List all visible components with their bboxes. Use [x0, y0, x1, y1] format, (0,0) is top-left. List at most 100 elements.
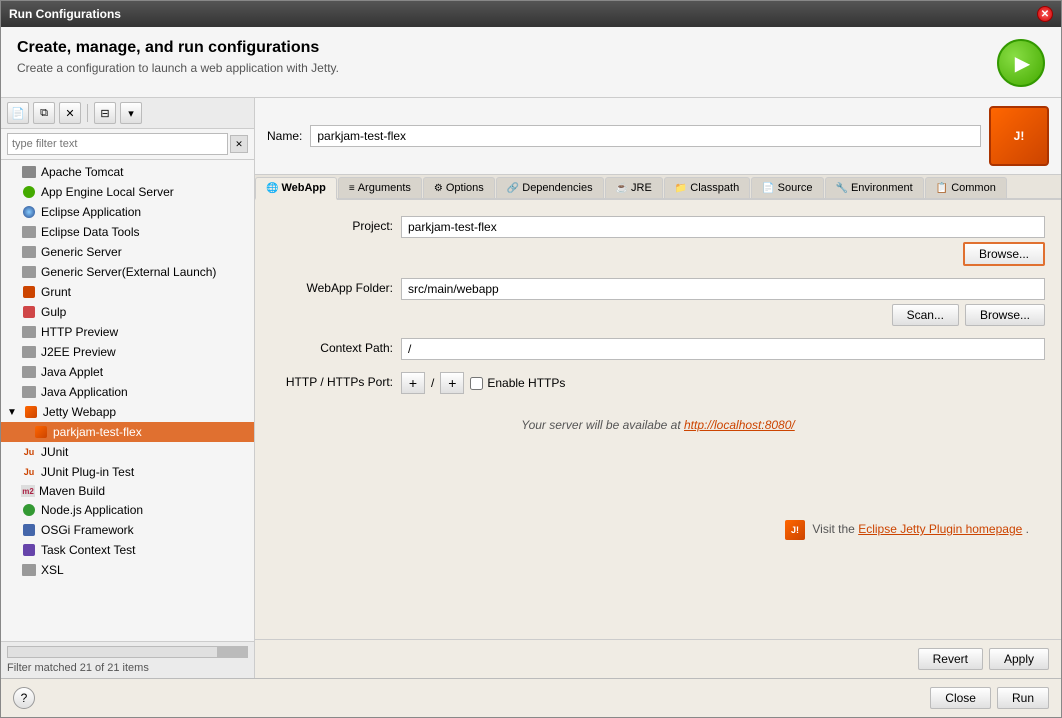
filter-box: ✕	[1, 129, 254, 160]
tab-environment[interactable]: 🔧 Environment	[825, 177, 924, 198]
tab-options[interactable]: ⚙ Options	[423, 177, 495, 198]
header-subtitle: Create a configuration to launch a web a…	[17, 61, 339, 75]
http-port-button[interactable]: +	[401, 372, 425, 394]
tab-arguments[interactable]: ≡ Arguments	[338, 177, 422, 198]
list-item-generic-server[interactable]: Generic Server	[1, 242, 254, 262]
content-panel: Name: J! 🌐 WebApp ≡ Arguments ⚙ Opt	[255, 98, 1061, 678]
list-item-gulp[interactable]: Gulp	[1, 302, 254, 322]
server-url-link[interactable]: http://localhost:8080/	[684, 418, 795, 432]
tab-source[interactable]: 📄 Source	[751, 177, 823, 198]
list-item-http-preview[interactable]: HTTP Preview	[1, 322, 254, 342]
tabs-row: 🌐 WebApp ≡ Arguments ⚙ Options 🔗 Depende…	[255, 175, 1061, 200]
title-bar-text: Run Configurations	[9, 7, 121, 21]
list-item-osgi[interactable]: OSGi Framework	[1, 520, 254, 540]
classpath-tab-icon: 📁	[675, 183, 687, 194]
options-tab-icon: ⚙	[434, 183, 443, 194]
list-item-maven[interactable]: m2 Maven Build	[1, 482, 254, 500]
main-area: 📄 ⧉ ✕ ⊟ ▾ ✕ Apache Tomcat	[1, 98, 1061, 678]
environment-tab-icon: 🔧	[836, 183, 848, 194]
list-item-parkjam[interactable]: parkjam-test-flex	[1, 422, 254, 442]
webapp-browse-button[interactable]: Browse...	[965, 304, 1045, 326]
list-item-task-context[interactable]: Task Context Test	[1, 540, 254, 560]
args-tab-icon: ≡	[349, 183, 355, 194]
project-controls: Browse...	[401, 216, 1045, 266]
filter-clear-button[interactable]: ✕	[230, 135, 248, 153]
list-item-junit-plugin[interactable]: Ju JUnit Plug-in Test	[1, 462, 254, 482]
list-item-java-app[interactable]: Java Application	[1, 382, 254, 402]
list-item-xsl[interactable]: XSL	[1, 560, 254, 580]
action-bar: Revert Apply	[255, 639, 1061, 678]
list-item-jetty-webapp-group[interactable]: ▼ Jetty Webapp	[1, 402, 254, 422]
server-info: Your server will be availabe at http://l…	[271, 418, 1045, 432]
list-item-eclipse-data[interactable]: Eclipse Data Tools	[1, 222, 254, 242]
spacer	[271, 432, 1045, 512]
project-row: Project: Browse...	[271, 216, 1045, 266]
tree-list: Apache Tomcat App Engine Local Server Ec…	[1, 160, 254, 641]
project-browse-button[interactable]: Browse...	[963, 242, 1045, 266]
bottom-buttons: Close Run	[930, 687, 1049, 709]
title-bar: Run Configurations ✕	[1, 1, 1061, 27]
list-item-junit[interactable]: Ju JUnit	[1, 442, 254, 462]
tab-jre[interactable]: ☕ JRE	[605, 177, 663, 198]
tab-webapp[interactable]: 🌐 WebApp	[255, 177, 337, 200]
tab-common[interactable]: 📋 Common	[925, 177, 1007, 198]
help-button[interactable]: ?	[13, 687, 35, 709]
run-action-button[interactable]: Run	[997, 687, 1049, 709]
port-label: HTTP / HTTPs Port:	[271, 372, 401, 389]
enable-https-label: Enable HTTPs	[470, 376, 565, 390]
duplicate-configuration-button[interactable]: ⧉	[33, 102, 55, 124]
name-row: Name: J!	[255, 98, 1061, 175]
content-body: Project: Browse... WebApp Folder: Sc	[255, 200, 1061, 639]
jre-tab-icon: ☕	[616, 183, 628, 194]
scan-button[interactable]: Scan...	[892, 304, 959, 326]
close-button[interactable]: Close	[930, 687, 991, 709]
toolbar-separator	[87, 104, 88, 122]
tab-classpath[interactable]: 📁 Classpath	[664, 177, 750, 198]
list-item-nodejs[interactable]: Node.js Application	[1, 500, 254, 520]
apply-button[interactable]: Apply	[989, 648, 1049, 670]
filter-count: Filter matched 21 of 21 items	[7, 662, 248, 674]
list-item-java-applet[interactable]: Java Applet	[1, 362, 254, 382]
jetty-small-icon: J!	[785, 520, 805, 540]
run-configurations-window: Run Configurations ✕ Create, manage, and…	[0, 0, 1062, 718]
list-item-grunt[interactable]: Grunt	[1, 282, 254, 302]
tab-dependencies[interactable]: 🔗 Dependencies	[496, 177, 604, 198]
project-input[interactable]	[401, 216, 1045, 238]
list-item-j2ee[interactable]: J2EE Preview	[1, 342, 254, 362]
enable-https-checkbox[interactable]	[470, 377, 483, 390]
sidebar-toolbar: 📄 ⧉ ✕ ⊟ ▾	[1, 98, 254, 129]
https-port-button[interactable]: +	[440, 372, 464, 394]
port-separator: /	[431, 376, 434, 390]
scrollbar[interactable]	[7, 646, 248, 658]
filter-dropdown-button[interactable]: ▾	[120, 102, 142, 124]
port-row: HTTP / HTTPs Port: + / + Enable HTTPs	[271, 372, 1045, 394]
jetty-homepage-link[interactable]: Eclipse Jetty Plugin homepage	[858, 522, 1022, 536]
list-item-generic-server-ext[interactable]: Generic Server(External Launch)	[1, 262, 254, 282]
webapp-folder-row: WebApp Folder: Scan... Browse...	[271, 278, 1045, 326]
context-path-row: Context Path:	[271, 338, 1045, 360]
revert-button[interactable]: Revert	[918, 648, 983, 670]
jetty-logo: J!	[989, 106, 1049, 166]
context-path-controls	[401, 338, 1045, 360]
common-tab-icon: 📋	[936, 183, 948, 194]
webapp-folder-input[interactable]	[401, 278, 1045, 300]
name-input[interactable]	[310, 125, 981, 147]
context-path-input[interactable]	[401, 338, 1045, 360]
webapp-folder-label: WebApp Folder:	[271, 278, 401, 295]
list-item-eclipse-app[interactable]: Eclipse Application	[1, 202, 254, 222]
port-controls: + / + Enable HTTPs	[401, 372, 1045, 394]
sidebar: 📄 ⧉ ✕ ⊟ ▾ ✕ Apache Tomcat	[1, 98, 255, 678]
delete-configuration-button[interactable]: ✕	[59, 102, 81, 124]
filter-input[interactable]	[7, 133, 228, 155]
collapse-all-button[interactable]: ⊟	[94, 102, 116, 124]
name-label: Name:	[267, 129, 302, 143]
list-item-app-engine[interactable]: App Engine Local Server	[1, 182, 254, 202]
deps-tab-icon: 🔗	[507, 183, 519, 194]
webapp-folder-controls: Scan... Browse...	[401, 278, 1045, 326]
new-configuration-button[interactable]: 📄	[7, 102, 29, 124]
bottom-bar: ? Close Run	[1, 678, 1061, 717]
list-item-apache-tomcat[interactable]: Apache Tomcat	[1, 162, 254, 182]
run-button[interactable]	[997, 39, 1045, 87]
close-window-button[interactable]: ✕	[1037, 6, 1053, 22]
project-label: Project:	[271, 216, 401, 233]
